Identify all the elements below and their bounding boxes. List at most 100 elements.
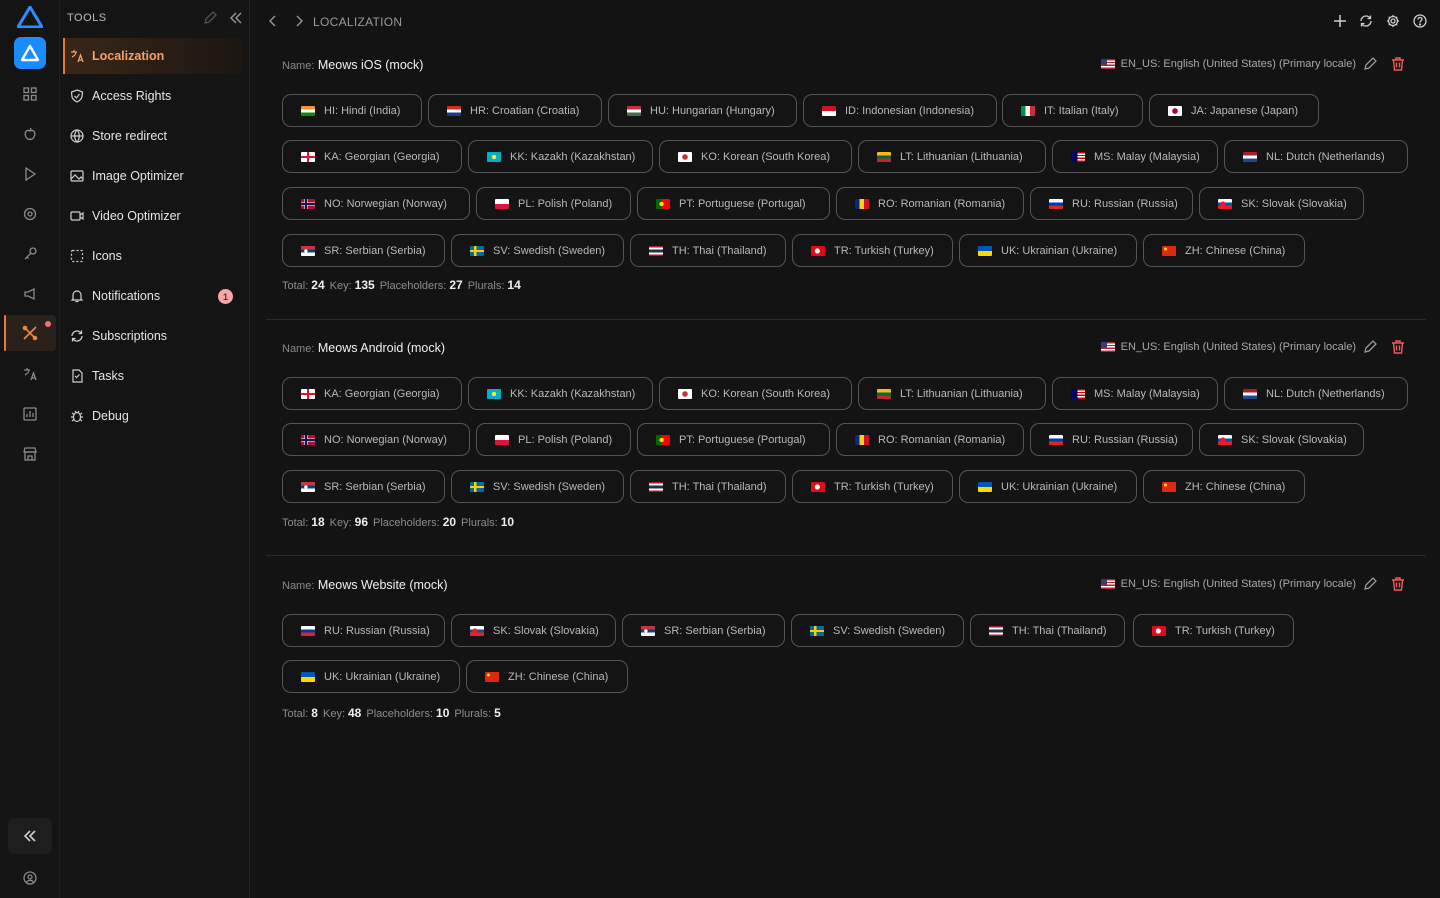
- locale-chip-lt[interactable]: LT: Lithuanian (Lithuania): [858, 140, 1046, 173]
- locale-chip-pl[interactable]: PL: Polish (Poland): [476, 187, 631, 220]
- locale-chip-sk[interactable]: SK: Slovak (Slovakia): [1199, 187, 1364, 220]
- flag-zh-icon: [485, 671, 499, 682]
- locale-chip-tr[interactable]: TR: Turkish (Turkey): [1133, 614, 1294, 647]
- add-icon[interactable]: [1331, 12, 1349, 30]
- sidebar-item-notifications[interactable]: Notifications 1: [63, 278, 243, 314]
- edit-pencil-icon[interactable]: [1362, 339, 1378, 355]
- refresh-icon[interactable]: [1357, 12, 1375, 30]
- locale-chip-ko[interactable]: KO: Korean (South Korea): [659, 140, 852, 173]
- trash-icon[interactable]: [1390, 576, 1406, 592]
- locale-chip-ro[interactable]: RO: Romanian (Romania): [836, 423, 1024, 456]
- locale-chip-sr[interactable]: SR: Serbian (Serbia): [282, 234, 445, 267]
- apple-icon[interactable]: [18, 122, 42, 146]
- locale-chip-label: PT: Portuguese (Portugal): [679, 197, 806, 210]
- locale-chip-hi[interactable]: HI: Hindi (India): [282, 94, 422, 127]
- stat-label: Total:: [282, 517, 309, 529]
- locale-chip-tr[interactable]: TR: Turkish (Turkey): [792, 234, 953, 267]
- trash-icon[interactable]: [1390, 56, 1406, 72]
- locale-chip-pt[interactable]: PT: Portuguese (Portugal): [637, 187, 830, 220]
- play-store-icon[interactable]: [18, 162, 42, 186]
- locale-chip-th[interactable]: TH: Thai (Thailand): [630, 470, 786, 503]
- stat-label: Placeholders:: [373, 517, 440, 529]
- locale-chip-sv[interactable]: SV: Swedish (Sweden): [451, 470, 624, 503]
- sidebar-item-video-optimizer[interactable]: Video Optimizer: [63, 198, 243, 234]
- locale-chip-sr[interactable]: SR: Serbian (Serbia): [622, 614, 785, 647]
- sidebar-item-tasks[interactable]: Tasks: [63, 358, 243, 394]
- locale-chip-ko[interactable]: KO: Korean (South Korea): [659, 377, 852, 410]
- locale-chip-ru[interactable]: RU: Russian (Russia): [1030, 187, 1193, 220]
- forward-arrow-icon[interactable]: [292, 13, 306, 29]
- locale-chip-ka[interactable]: KA: Georgian (Georgia): [282, 140, 462, 173]
- edit-pencil-icon[interactable]: [1362, 56, 1378, 72]
- sidebar-item-access-rights[interactable]: Access Rights: [63, 78, 243, 114]
- locale-chip-sv[interactable]: SV: Swedish (Sweden): [451, 234, 624, 267]
- flag-tr-icon: [811, 481, 825, 492]
- locale-chip-uk[interactable]: UK: Ukrainian (Ukraine): [959, 470, 1137, 503]
- store-icon[interactable]: [18, 442, 42, 466]
- gear-icon[interactable]: [1384, 12, 1402, 30]
- locale-chip-sk[interactable]: SK: Slovak (Slovakia): [1199, 423, 1364, 456]
- brand-logo-icon[interactable]: [16, 5, 44, 29]
- locale-chip-sv[interactable]: SV: Swedish (Sweden): [791, 614, 964, 647]
- sidebar-item-store-redirect[interactable]: Store redirect: [63, 118, 243, 154]
- flag-it-icon: [1021, 105, 1035, 116]
- apps-grid-icon[interactable]: [18, 82, 42, 106]
- locale-chip-ru[interactable]: RU: Russian (Russia): [282, 614, 445, 647]
- locale-chip-th[interactable]: TH: Thai (Thailand): [630, 234, 786, 267]
- locale-chip-hr[interactable]: HR: Croatian (Croatia): [428, 94, 602, 127]
- key-icon[interactable]: [18, 242, 42, 266]
- locale-chip-nl[interactable]: NL: Dutch (Netherlands): [1224, 140, 1408, 173]
- back-arrow-icon[interactable]: [266, 13, 280, 29]
- collapse-panel-icon[interactable]: [228, 10, 244, 26]
- chart-icon[interactable]: [18, 402, 42, 426]
- locale-chip-th[interactable]: TH: Thai (Thailand): [970, 614, 1125, 647]
- locale-chip-ro[interactable]: RO: Romanian (Romania): [836, 187, 1024, 220]
- locale-chip-uk[interactable]: UK: Ukrainian (Ukraine): [282, 660, 460, 693]
- locale-chip-no[interactable]: NO: Norwegian (Norway): [282, 187, 470, 220]
- locale-chip-uk[interactable]: UK: Ukrainian (Ukraine): [959, 234, 1137, 267]
- locale-chip-ms[interactable]: MS: Malay (Malaysia): [1052, 140, 1218, 173]
- locale-chip-nl[interactable]: NL: Dutch (Netherlands): [1224, 377, 1408, 410]
- locale-chip-pl[interactable]: PL: Polish (Poland): [476, 423, 631, 456]
- locale-chip-ms[interactable]: MS: Malay (Malaysia): [1052, 377, 1218, 410]
- locale-chip-sk[interactable]: SK: Slovak (Slovakia): [451, 614, 616, 647]
- locale-chip-ka[interactable]: KA: Georgian (Georgia): [282, 377, 462, 410]
- app-avatar[interactable]: [14, 37, 46, 69]
- edit-pencil-icon[interactable]: [1362, 576, 1378, 592]
- account-icon[interactable]: [18, 866, 42, 890]
- locale-chip-id[interactable]: ID: Indonesian (Indonesia): [803, 94, 997, 127]
- pencil-icon[interactable]: [202, 10, 218, 26]
- project-stats: Total: 8 Key: 48 Placeholders: 10 Plurals: 5: [282, 706, 506, 720]
- trash-icon[interactable]: [1390, 339, 1406, 355]
- locale-chip-kk[interactable]: KK: Kazakh (Kazakhstan): [468, 140, 653, 173]
- locale-chip-it[interactable]: IT: Italian (Italy): [1002, 94, 1143, 127]
- locale-chip-lt[interactable]: LT: Lithuanian (Lithuania): [858, 377, 1046, 410]
- sidebar-item-image-optimizer[interactable]: Image Optimizer: [63, 158, 243, 194]
- locale-chip-zh[interactable]: ZH: Chinese (China): [1143, 470, 1305, 503]
- target-icon[interactable]: [18, 202, 42, 226]
- locale-chip-pt[interactable]: PT: Portuguese (Portugal): [637, 423, 830, 456]
- rail-collapse-button[interactable]: [8, 818, 52, 854]
- locale-chip-ru[interactable]: RU: Russian (Russia): [1030, 423, 1193, 456]
- sidebar-item-icons[interactable]: Icons: [63, 238, 243, 274]
- locale-chip-label: TR: Turkish (Turkey): [834, 480, 934, 493]
- sidebar-item-debug[interactable]: Debug: [63, 398, 243, 434]
- locale-chip-tr[interactable]: TR: Turkish (Turkey): [792, 470, 953, 503]
- locale-chip-zh[interactable]: ZH: Chinese (China): [1143, 234, 1305, 267]
- tools-panel: TOOLS Localization Access Rights Store r…: [60, 0, 250, 898]
- sidebar-item-subscriptions[interactable]: Subscriptions: [63, 318, 243, 354]
- locale-chip-kk[interactable]: KK: Kazakh (Kazakhstan): [468, 377, 653, 410]
- locale-chip-zh[interactable]: ZH: Chinese (China): [466, 660, 628, 693]
- help-icon[interactable]: [1411, 12, 1429, 30]
- locale-chip-label: NL: Dutch (Netherlands): [1266, 387, 1385, 400]
- tools-icon[interactable]: [18, 321, 42, 345]
- locale-chip-sr[interactable]: SR: Serbian (Serbia): [282, 470, 445, 503]
- bug-icon: [70, 409, 84, 423]
- locale-chip-ja[interactable]: JA: Japanese (Japan): [1149, 94, 1319, 127]
- flag-id-icon: [822, 105, 836, 116]
- megaphone-icon[interactable]: [18, 282, 42, 306]
- locale-chip-hu[interactable]: HU: Hungarian (Hungary): [608, 94, 797, 127]
- locale-chip-no[interactable]: NO: Norwegian (Norway): [282, 423, 470, 456]
- sidebar-item-localization[interactable]: Localization: [63, 38, 243, 74]
- translate-rail-icon[interactable]: [18, 362, 42, 386]
